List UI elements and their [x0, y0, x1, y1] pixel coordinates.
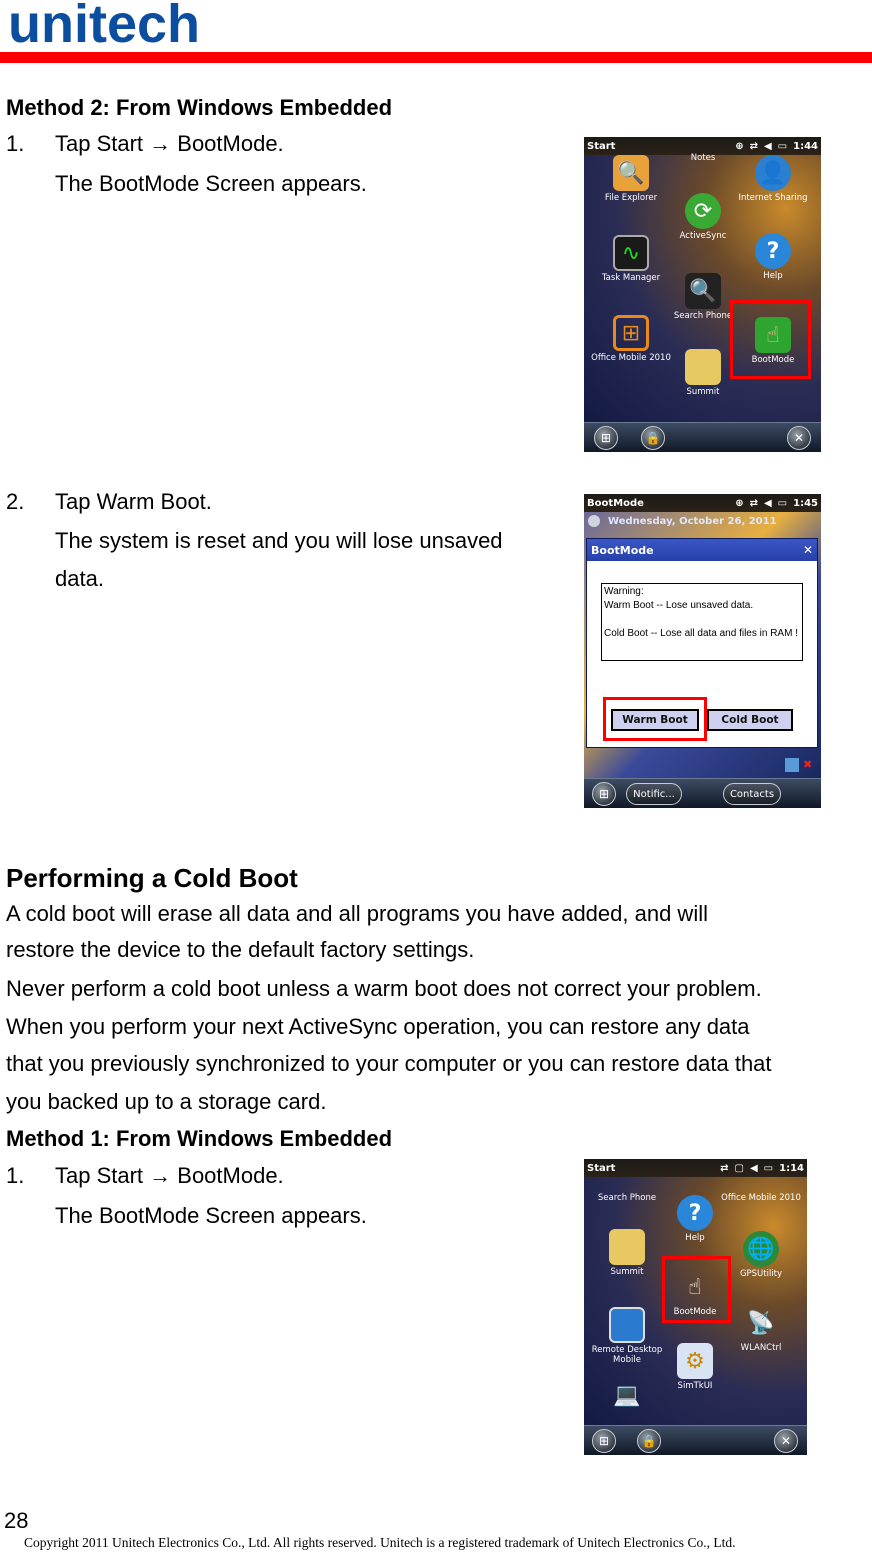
sync-icon: ⇄ [720, 1162, 729, 1174]
page-number: 28 [4, 1508, 29, 1533]
notification-icon: ⊕ [735, 140, 744, 152]
start-button[interactable]: ⊞ [592, 782, 616, 806]
method1-heading: Method 1: From Windows Embedded [6, 1126, 393, 1151]
step-result: The system is reset and you will lose un… [55, 528, 503, 553]
folder-icon [685, 349, 721, 385]
taskbar: ⊞ Notific... Contacts [584, 778, 821, 808]
signal-off-icon[interactable]: ✖ [803, 758, 817, 772]
search-phone-icon: 🔍 [685, 273, 721, 309]
windows-icon: ⊞ [598, 787, 610, 801]
screenshot-bootmode-dialog: BootMode ⊕ ⇄ ◀ ▭ 1:45 Wednesday, October… [584, 494, 821, 808]
highlight-box [603, 697, 707, 741]
sync-icon: ⇄ [749, 140, 758, 152]
step-result: The BootMode Screen appears. [55, 171, 367, 196]
date-line: Wednesday, October 26, 2011 [608, 515, 777, 527]
windows-icon: ⊞ [598, 1434, 610, 1448]
storage-card-icon: ▢ [734, 1162, 744, 1174]
step-number: 1. [6, 1163, 25, 1188]
internet-sharing-icon: 👤 [755, 155, 791, 191]
start-button[interactable]: ⊞ [594, 426, 618, 450]
softkey-contacts[interactable]: Contacts [723, 783, 781, 805]
close-button[interactable]: ✕ [787, 426, 811, 450]
windows-icon: ⊞ [600, 431, 612, 445]
battery-icon: ▭ [777, 497, 788, 509]
step-number: 2. [6, 489, 25, 514]
app-summit[interactable]: Summit [660, 349, 746, 397]
bootmode-dialog: BootMode ✕ Warning: Warm Boot -- Lose un… [586, 538, 818, 748]
status-title: Start [587, 1162, 616, 1174]
remote-desktop-icon [609, 1307, 645, 1343]
clock-time: 1:45 [793, 497, 818, 509]
step-number: 1. [6, 131, 25, 156]
clock-time: 1:44 [793, 140, 818, 152]
cold-boot-button[interactable]: Cold Boot [707, 709, 793, 731]
clock-time: 1:14 [779, 1162, 804, 1174]
screenshot-start-menu-2: Start ⇄ ▢ ◀ ▭ 1:14 Search Phone Office M… [584, 1159, 807, 1455]
satellite-dish-icon: 📡 [747, 1310, 775, 1336]
globe-icon: 🌐 [743, 1231, 779, 1267]
sim-toolkit-icon: ⚙ [677, 1343, 713, 1379]
paragraph: When you perform your next ActiveSync op… [6, 1014, 750, 1039]
status-bar: Start ⇄ ▢ ◀ ▭ 1:14 [584, 1159, 807, 1177]
step-text: Tap Warm Boot. [55, 489, 212, 514]
battery-charging-icon: ▭ [763, 1162, 774, 1174]
lock-button[interactable]: 🔒 [641, 426, 665, 450]
app-laptop[interactable]: 💻 [584, 1377, 670, 1415]
step-result: The BootMode Screen appears. [55, 1203, 367, 1228]
taskbar: ⊞ 🔒 ✕ [584, 1425, 807, 1455]
softkey-notifications[interactable]: Notific... [626, 783, 682, 805]
start-button[interactable]: ⊞ [592, 1429, 616, 1453]
screenshot-start-menu-1: Start ⊕ ⇄ ◀ ▭ 1:44 🔍 File Explorer Notes… [584, 137, 821, 452]
dialog-title-bar: BootMode ✕ [587, 539, 817, 561]
close-icon: ✕ [780, 1434, 792, 1448]
office-icon: ⊞ [613, 315, 649, 351]
header-rule [0, 52, 872, 63]
lock-icon: 🔒 [645, 431, 661, 445]
activesync-icon: ⟳ [685, 193, 721, 229]
status-title: Start [587, 140, 616, 152]
paragraph: A cold boot will erase all data and all … [6, 901, 708, 926]
copyright-notice: Copyright 2011 Unitech Electronics Co., … [24, 1535, 736, 1550]
volume-icon: ◀ [749, 1162, 758, 1174]
method2-heading: Method 2: From Windows Embedded [6, 95, 393, 120]
taskbar: ⊞ 🔒 ✕ [584, 422, 821, 452]
step-text: Tap Start → BootMode. [55, 131, 284, 156]
laptop-icon: 💻 [613, 1382, 641, 1408]
volume-icon: ◀ [763, 497, 772, 509]
warning-text: Warning: Warm Boot -- Lose unsaved data.… [601, 583, 803, 661]
help-icon: ? [677, 1195, 713, 1231]
paragraph: that you previously synchronized to your… [6, 1051, 772, 1076]
tray-app-icon[interactable] [785, 758, 799, 772]
unitech-logo: unitech [8, 0, 201, 54]
status-title: BootMode [587, 497, 644, 509]
close-icon: ✕ [793, 431, 805, 445]
help-icon: ? [755, 233, 791, 269]
lock-icon: 🔒 [641, 1434, 657, 1448]
section-heading: Performing a Cold Boot [6, 863, 298, 893]
sync-icon: ⇄ [749, 497, 758, 509]
notification-icon: ⊕ [735, 497, 744, 509]
volume-icon: ◀ [763, 140, 772, 152]
close-button[interactable]: ✕ [774, 1429, 798, 1453]
folder-search-icon: 🔍 [613, 155, 649, 191]
folder-icon [609, 1229, 645, 1265]
status-bar: BootMode ⊕ ⇄ ◀ ▭ 1:45 [584, 494, 821, 512]
paragraph: you backed up to a storage card. [6, 1089, 327, 1114]
paragraph: restore the device to the default factor… [6, 937, 475, 962]
task-manager-icon: ∿ [613, 235, 649, 271]
battery-icon: ▭ [777, 140, 788, 152]
lock-button[interactable]: 🔒 [637, 1429, 661, 1453]
step-text: Tap Start → BootMode. [55, 1163, 284, 1188]
dialog-title: BootMode [591, 543, 654, 557]
step-result: data. [55, 566, 104, 591]
paragraph: Never perform a cold boot unless a warm … [6, 976, 762, 1001]
dialog-close-icon[interactable]: ✕ [803, 543, 813, 557]
